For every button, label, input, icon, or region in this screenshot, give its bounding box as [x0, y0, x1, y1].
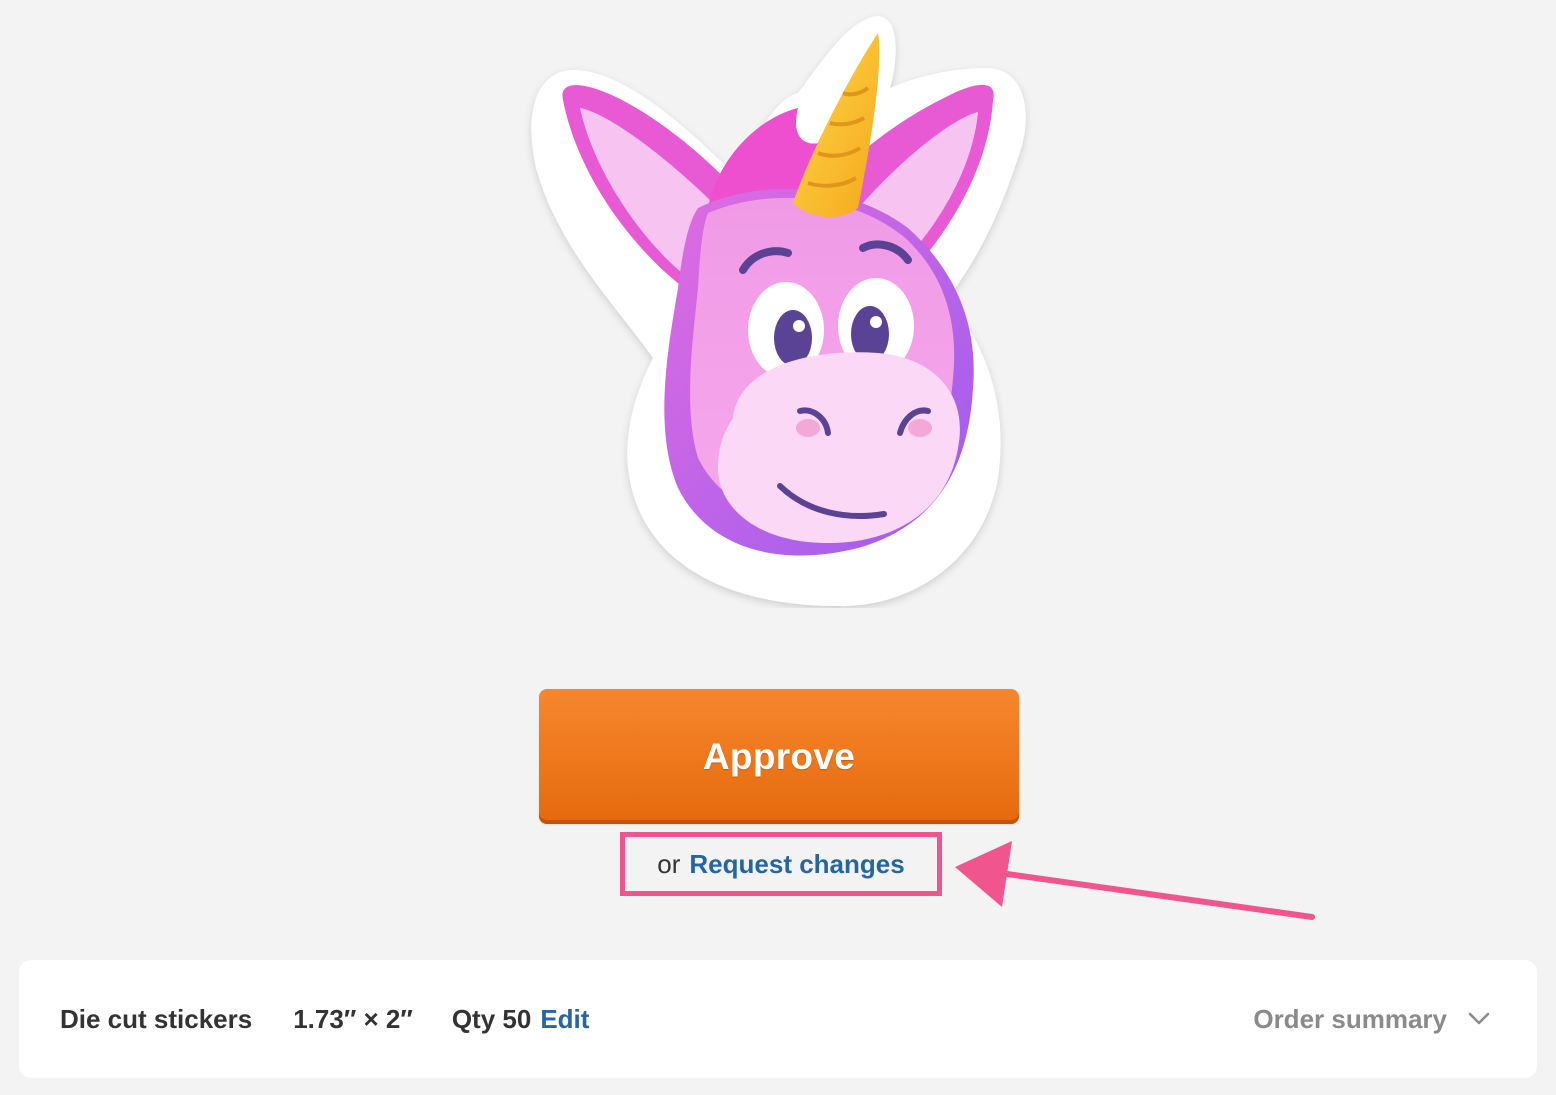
- quantity: Qty 50: [451, 1003, 532, 1034]
- order-bar: Die cut stickers 1.73″ × 2″ Qty 50 Edit …: [19, 960, 1537, 1078]
- order-summary-label: Order summary: [1253, 1003, 1447, 1034]
- sticker-size: 1.73″ × 2″: [293, 1003, 413, 1034]
- request-changes-highlight: or Request changes: [620, 832, 942, 896]
- order-summary-toggle[interactable]: Order summary: [1253, 1004, 1497, 1035]
- chevron-down-icon: [1468, 1012, 1490, 1025]
- or-text: or: [657, 848, 681, 879]
- unicorn-sticker-image: [531, 16, 1026, 607]
- product-name: Die cut stickers: [60, 1003, 253, 1034]
- request-changes-link[interactable]: Request changes: [689, 849, 904, 880]
- sticker-preview: [518, 8, 1038, 608]
- edit-link[interactable]: Edit: [540, 1004, 589, 1035]
- annotation-arrow-icon: [955, 841, 1315, 920]
- approve-button[interactable]: Approve: [539, 689, 1019, 824]
